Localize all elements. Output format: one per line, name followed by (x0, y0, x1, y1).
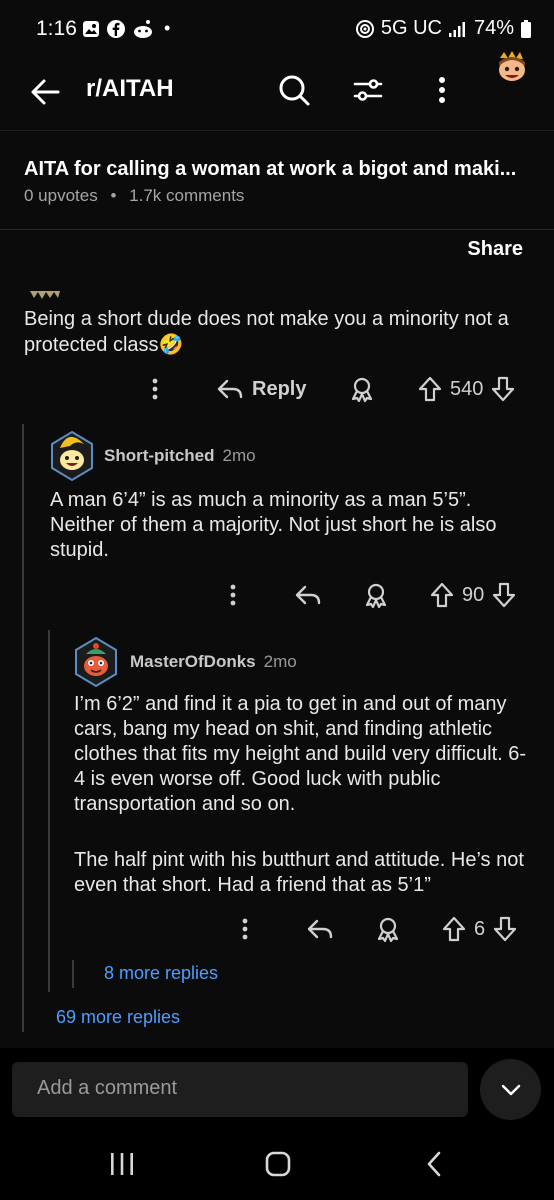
comment-age: 2mo (222, 446, 256, 465)
recents-icon (111, 1153, 133, 1175)
post-upvotes: 0 upvotes (24, 186, 98, 205)
overflow-menu-button[interactable] (422, 70, 462, 110)
comment-header: Short-pitched 2mo (104, 446, 256, 466)
reply-icon (217, 379, 243, 399)
gallery-icon (83, 20, 99, 37)
comment-more-button[interactable] (150, 377, 160, 401)
commenter-avatar[interactable] (48, 430, 96, 482)
search-icon (279, 75, 310, 106)
comment-thread: Being a short dude does not make you a m… (0, 290, 554, 1048)
award-icon (351, 377, 373, 403)
comment-avatar-partial (30, 291, 60, 299)
comment-more-button[interactable] (228, 583, 238, 607)
comment-score: 540 (450, 377, 484, 400)
battery-icon (521, 19, 531, 38)
home-icon (265, 1151, 291, 1177)
notification-dot: • (164, 18, 171, 38)
award-button[interactable] (362, 581, 390, 609)
back-chevron-icon (427, 1151, 441, 1177)
thread-line[interactable] (72, 960, 74, 988)
comment-actions: Reply 540 (0, 374, 554, 404)
upvote-icon[interactable] (442, 916, 466, 942)
comment-author[interactable]: MasterOfDonks (130, 652, 256, 672)
more-vert-icon (439, 77, 445, 103)
reply-button[interactable] (294, 582, 322, 608)
reply-icon (307, 919, 333, 939)
back-arrow-icon (31, 79, 60, 105)
comment-composer: Add a comment (0, 1048, 554, 1128)
upvote-icon[interactable] (430, 582, 454, 608)
share-bar: Share (0, 230, 554, 290)
top-app-bar: r/AITAH (0, 51, 554, 130)
more-replies-thread[interactable]: 69 more replies (56, 1007, 180, 1028)
notification-icons: • (82, 18, 170, 39)
filter-icon (353, 79, 383, 101)
search-button[interactable] (274, 70, 314, 110)
comment-actions: 6 (0, 914, 554, 944)
hotspot-icon (355, 19, 374, 38)
reply-button[interactable] (306, 916, 334, 942)
system-back-button[interactable] (414, 1146, 454, 1182)
award-icon (377, 917, 399, 943)
post-title[interactable]: AITA for calling a woman at work a bigot… (24, 158, 534, 181)
user-avatar[interactable] (488, 50, 534, 96)
more-vert-icon (230, 584, 236, 606)
home-button[interactable] (258, 1146, 298, 1182)
recent-apps-button[interactable] (102, 1146, 142, 1182)
collapse-thread-button[interactable] (480, 1059, 541, 1120)
downvote-icon[interactable] (491, 376, 515, 402)
post-header[interactable]: AITA for calling a woman at work a bigot… (0, 130, 554, 230)
comment-header: MasterOfDonks 2mo (130, 652, 297, 672)
vote-control: 6 (442, 916, 517, 942)
system-navigation-bar (0, 1128, 554, 1200)
comment-body: A man 6’4” is as much a minority as a ma… (50, 489, 497, 561)
status-bar: 1:16 • 5G UC 74% (0, 0, 554, 58)
award-button[interactable] (348, 375, 376, 403)
network-label: 5G UC (380, 17, 442, 39)
comment-body: I’m 6’2” and find it a pia to get in and… (74, 693, 527, 815)
facebook-icon (107, 19, 125, 38)
reddit-icon (134, 19, 152, 38)
post-meta: 0 upvotes • 1.7k comments (24, 186, 244, 206)
award-button[interactable] (374, 915, 402, 943)
meta-separator: • (110, 186, 117, 205)
comment-text: Being a short dude does not make you a m… (24, 308, 509, 356)
downvote-icon[interactable] (492, 582, 516, 608)
reply-icon (295, 585, 321, 605)
battery-percent: 74% (473, 17, 514, 39)
comment-author[interactable]: Short-pitched (104, 446, 215, 466)
post-comment-count: 1.7k comments (129, 186, 245, 205)
reply-label: Reply (252, 377, 307, 400)
comment-actions: 90 (0, 580, 554, 610)
snoo-avatar-icon (499, 51, 525, 81)
comment-body: Being a short dude does not make you a m… (24, 306, 534, 358)
back-button[interactable] (26, 72, 66, 112)
comment-age: 2mo (263, 652, 297, 671)
subreddit-name[interactable]: r/AITAH (86, 75, 174, 103)
sort-filter-button[interactable] (348, 70, 388, 110)
upvote-icon[interactable] (418, 376, 442, 402)
chevron-down-icon (501, 1084, 520, 1095)
more-vert-icon (152, 378, 158, 400)
award-icon (365, 583, 387, 609)
add-comment-input[interactable]: Add a comment (12, 1062, 468, 1117)
more-replies-nested[interactable]: 8 more replies (104, 963, 218, 984)
downvote-icon[interactable] (493, 916, 517, 942)
vote-control: 90 (430, 582, 516, 608)
comment-score: 6 (474, 917, 486, 940)
more-vert-icon (242, 918, 248, 940)
comment-score: 90 (462, 583, 485, 606)
status-right: 5G UC 74% (355, 17, 532, 40)
rofl-emoji: 🤣 (158, 334, 184, 356)
signal-icon (448, 21, 465, 37)
share-button[interactable]: Share (467, 238, 523, 261)
reply-button[interactable]: Reply (216, 376, 306, 402)
status-time: 1:16 (36, 17, 77, 40)
comment-more-button[interactable] (240, 917, 250, 941)
vote-control: 540 (418, 376, 515, 402)
commenter-avatar[interactable] (72, 636, 120, 688)
comment-body-paragraph: The half pint with his butthurt and atti… (74, 849, 524, 896)
